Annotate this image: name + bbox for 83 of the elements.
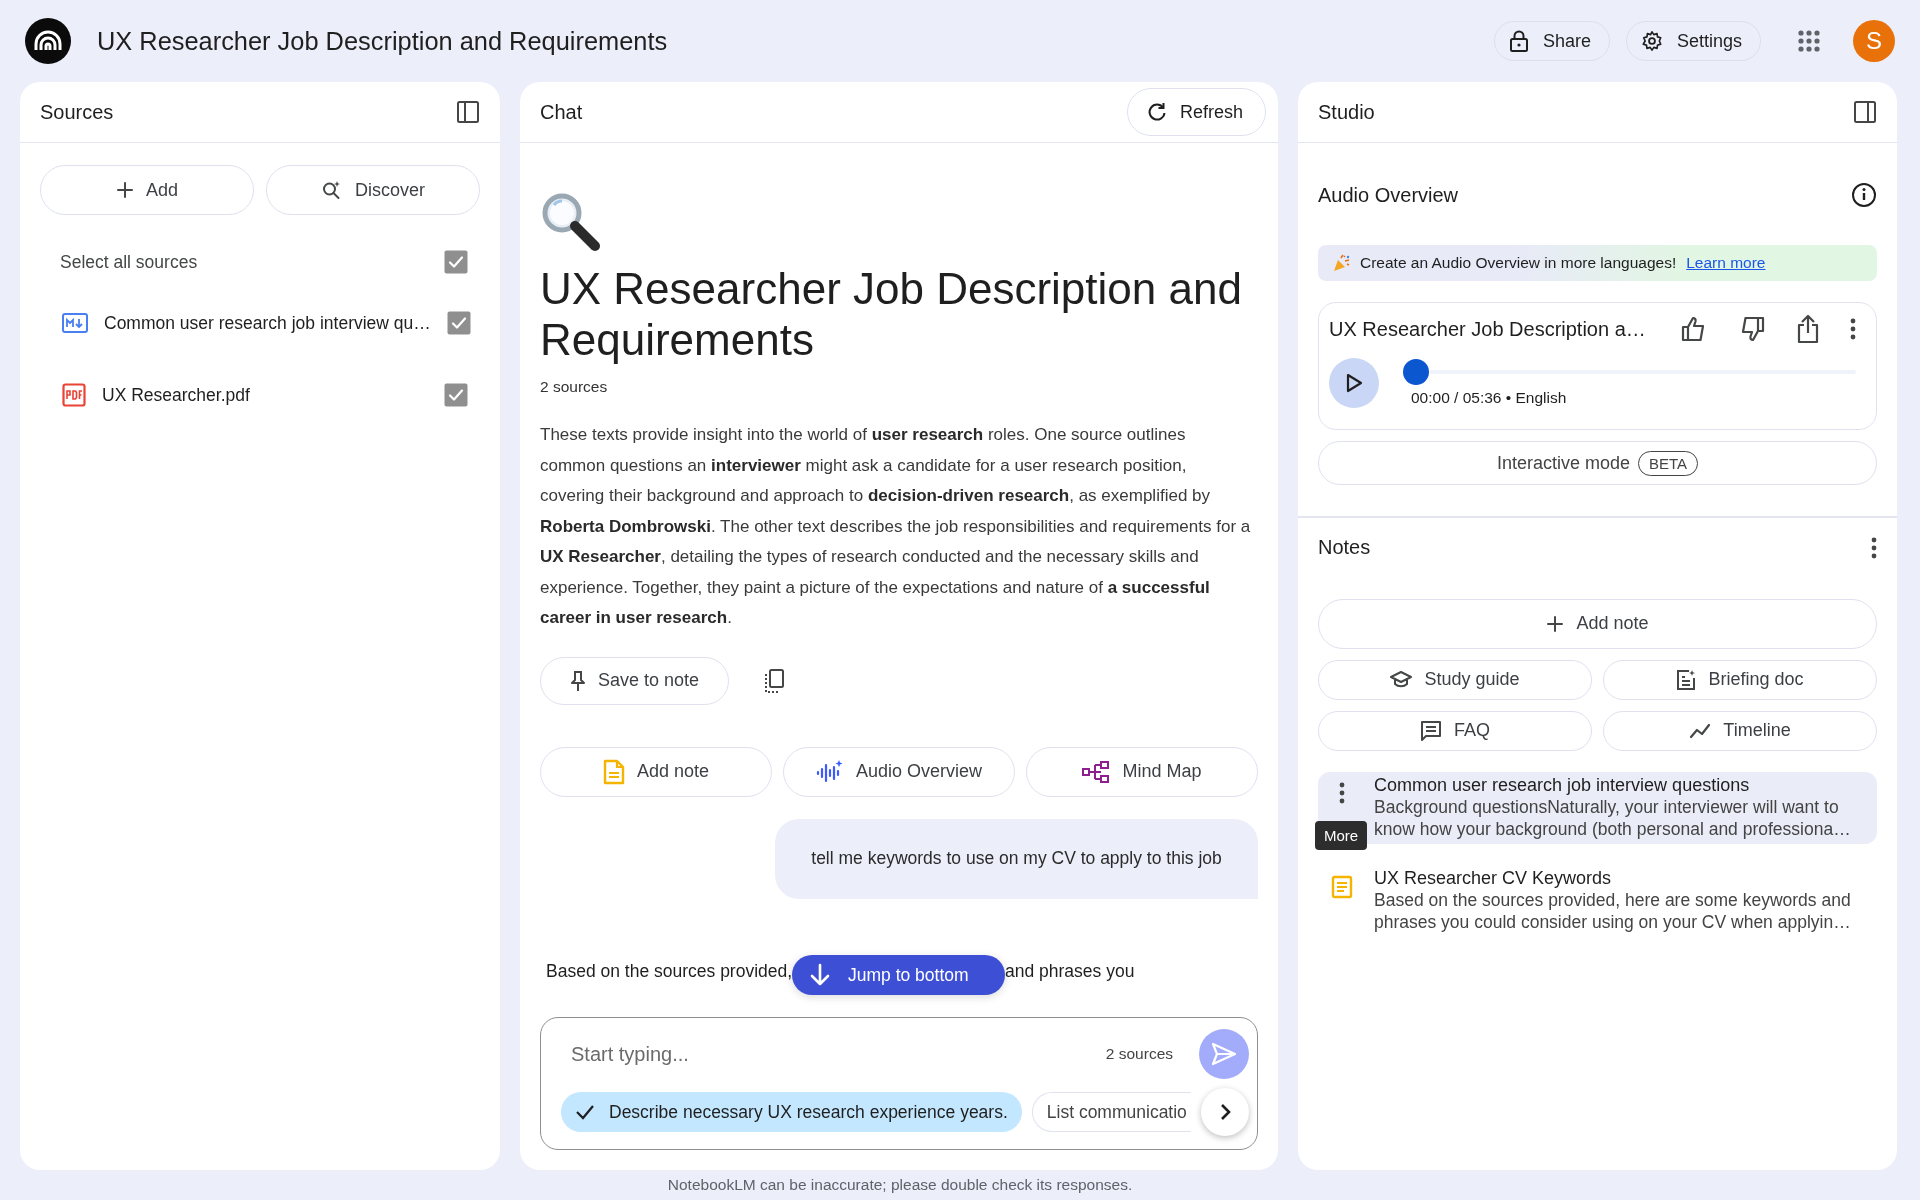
settings-button[interactable]: Settings (1625, 21, 1761, 61)
graduation-cap-icon (1390, 669, 1413, 690)
play-icon (1345, 373, 1363, 393)
progress-thumb[interactable] (1403, 359, 1429, 385)
learn-more-link[interactable]: Learn more (1686, 254, 1766, 272)
discover-button[interactable]: Discover (266, 165, 480, 215)
user-message: tell me keywords to use on my CV to apply to this job (775, 818, 1258, 899)
response-text: Based on the sources provided, (546, 960, 793, 982)
response-text: and phrases you (1005, 960, 1135, 982)
audio-title: UX Researcher Job Description a… (1329, 317, 1647, 341)
more-icon[interactable] (1339, 781, 1345, 804)
note-item[interactable]: UX Researcher CV Keywords Based on the sources provided, here are some keywords and phrases you could consider using on your CV when applyin… (1318, 864, 1877, 937)
interactive-mode-button[interactable]: Interactive mode BETA (1318, 441, 1877, 485)
playback-time: 00:00 / 05:36 • English (1411, 389, 1568, 407)
select-all-label: Select all sources (60, 251, 199, 273)
panel-title: Chat (540, 100, 583, 124)
share-icon[interactable] (1796, 314, 1820, 344)
section-title: Notes (1318, 536, 1371, 559)
audio-wave-icon (815, 758, 844, 785)
send-icon (1211, 1042, 1237, 1066)
chevron-right-icon (1219, 1103, 1231, 1121)
chat-list-icon (1420, 719, 1442, 742)
info-icon[interactable] (1851, 182, 1877, 208)
markdown-file-icon (62, 313, 88, 333)
save-to-note-button[interactable]: Save to note (540, 656, 729, 705)
share-button[interactable]: Share (1493, 21, 1610, 61)
note-type-button[interactable]: Timeline (1603, 710, 1877, 751)
plus-icon (116, 181, 134, 199)
pin-icon (569, 669, 586, 692)
notebook-heading: UX Researcher Job Description and Requirements (540, 263, 1243, 365)
pdf-file-icon (62, 383, 86, 407)
disclaimer-text: NotebookLM can be inaccurate; please double check its responses. (666, 1175, 1134, 1195)
checkbox[interactable] (446, 311, 471, 335)
source-count: 2 sources (1105, 1045, 1173, 1063)
note-type-button[interactable]: Study guide (1318, 659, 1592, 700)
add-note-button[interactable]: Add note (1318, 598, 1877, 649)
logo-icon (25, 18, 71, 64)
mind-map-icon (1082, 760, 1111, 783)
panel-toggle-icon[interactable] (1853, 100, 1877, 124)
source-name[interactable]: Common user research job interview qu… (104, 312, 431, 334)
check-icon (575, 1104, 595, 1120)
panel-title: Sources (40, 100, 114, 124)
note-preview: Based on the sources provided, here are some keywords and phrases you could consider using on your CV when applyin… (1374, 888, 1852, 933)
checkbox[interactable] (444, 250, 468, 274)
action-button[interactable]: Audio Overview (783, 746, 1015, 797)
source-count: 2 sources (540, 378, 609, 396)
chat-input[interactable]: Start typing... (561, 1042, 1106, 1066)
tooltip: More (1315, 820, 1368, 850)
note-title: Common user research job interview questions (1374, 773, 1751, 796)
checkbox[interactable] (444, 383, 468, 407)
note-icon (1331, 874, 1353, 899)
add-source-button[interactable]: Add (40, 165, 254, 215)
note-type-button[interactable]: Briefing doc (1603, 659, 1877, 700)
suggestion-chip[interactable]: List communicatio (1031, 1092, 1191, 1132)
play-button[interactable] (1329, 358, 1379, 408)
section-title: Audio Overview (1318, 183, 1459, 207)
trend-line-icon (1689, 722, 1712, 739)
action-button[interactable]: Add note (540, 746, 772, 797)
suggestion-chip[interactable]: Describe necessary UX research experience years. (561, 1092, 1022, 1132)
panel-title: Studio (1318, 100, 1375, 124)
document-icon (602, 758, 625, 785)
refresh-button[interactable]: Refresh (1126, 88, 1266, 136)
lock-icon (1508, 30, 1529, 52)
summary-paragraph: These texts provide insight into the world of user research roles. One source outlines common questions an interviewer might ask a candidate for a user research position, covering their background and approach to decision-driven research, as exemplified by Roberta Dombrowski. The other text describes the job responsibilities and requirements for a UX Researcher, detailing the types of research conducted and the necessary skills and experience. Together, they paint a picture of the expectations and nature of a successful career in user research. (540, 424, 1252, 629)
source-name[interactable]: UX Researcher.pdf (102, 384, 428, 406)
banner-text: Create an Audio Overview in more languages! (1360, 254, 1677, 272)
magnifier-icon (540, 191, 602, 253)
arrow-down-icon (810, 963, 830, 987)
note-type-button[interactable]: FAQ (1318, 710, 1592, 751)
action-button[interactable]: Mind Map (1026, 746, 1258, 797)
copy-icon[interactable] (763, 667, 785, 694)
document-sparkle-icon (1676, 668, 1697, 691)
apps-icon[interactable] (1797, 29, 1821, 53)
note-preview: Background questionsNaturally, your interviewer will want to know how your background (both personal and professiona… (1374, 795, 1852, 840)
panel-toggle-icon[interactable] (456, 100, 480, 124)
more-icon[interactable] (1871, 536, 1877, 559)
jump-to-bottom-button[interactable]: Jump to bottom (792, 955, 1005, 995)
party-popper-icon (1332, 254, 1350, 272)
plus-icon (1546, 614, 1565, 633)
notebook-title: UX Researcher Job Description and Requirements (97, 26, 669, 56)
note-title: UX Researcher CV Keywords (1374, 866, 1613, 889)
more-icon[interactable] (1850, 318, 1856, 340)
settings-icon (1640, 30, 1663, 52)
